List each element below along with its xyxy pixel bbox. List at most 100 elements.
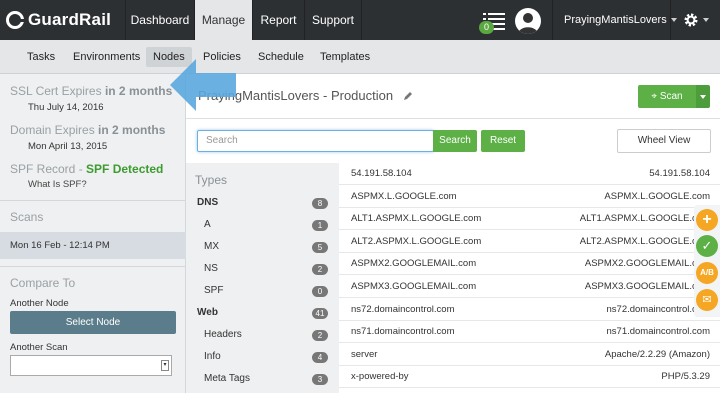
scan-label: Scan: [659, 91, 683, 102]
table-row[interactable]: ALT2.ASPMX.L.GOOGLE.com ALT2.ASPMX.L.GOOG…: [339, 231, 720, 253]
record-key: ns72.domaincontrol.com: [351, 303, 455, 315]
record-key: ALT1.ASPMX.L.GOOGLE.com: [351, 213, 482, 225]
record-value: ASPMX3.GOOGLEMAIL.com: [584, 281, 710, 292]
nav-support[interactable]: Support: [304, 0, 362, 40]
notification-badge: 0: [479, 21, 494, 34]
table-row[interactable]: ASPMX.L.GOOGLE.com ASPMX.L.GOOGLE.com: [339, 186, 720, 208]
record-key: server: [351, 348, 378, 360]
count-badge: 2: [312, 330, 328, 341]
check-icon[interactable]: ✓: [696, 235, 718, 257]
ssl-expiry: SSL Cert Expires in 2 months Thu July 14…: [0, 84, 186, 113]
wheel-view-button[interactable]: Wheel View: [617, 129, 711, 153]
select-node-button[interactable]: Select Node: [10, 311, 176, 334]
divider: [0, 200, 186, 201]
type-item-dns[interactable]: DNS 8: [186, 193, 339, 215]
table-row[interactable]: ASPMX2.GOOGLEMAIL.com ASPMX2.GOOGLEMAIL.c…: [339, 253, 720, 276]
nav-report[interactable]: Report: [252, 0, 304, 40]
type-item-spf[interactable]: SPF 0: [186, 281, 339, 303]
table-row[interactable]: 54.191.58.104 54.191.58.104: [339, 163, 720, 185]
table-row[interactable]: server Apache/2.2.29 (Amazon): [339, 344, 720, 366]
type-label: MX: [204, 241, 219, 252]
type-label: Meta Tags: [204, 373, 250, 384]
type-item-a[interactable]: A1: [186, 215, 339, 237]
scan-dropdown-button[interactable]: [696, 85, 710, 108]
table-row[interactable]: ns72.domaincontrol.com ns72.domaincontrol…: [339, 299, 720, 321]
another-scan-select[interactable]: ▾: [10, 355, 172, 376]
callout-arrow-icon: [170, 59, 236, 111]
type-label: Web: [197, 307, 218, 318]
top-navbar: GuardRail Dashboard Manage Report Suppor…: [0, 0, 720, 40]
edit-pencil-icon[interactable]: [403, 91, 413, 101]
table-row[interactable]: ASPMX3.GOOGLEMAIL.com ASPMX3.GOOGLEMAIL.c…: [339, 276, 720, 298]
scan-button[interactable]: ⌖ Scan: [638, 85, 696, 108]
record-key: ns71.domaincontrol.com: [351, 326, 455, 338]
count-badge: 4: [312, 352, 328, 363]
record-value: ALT2.ASPMX.L.GOOGLE.com: [579, 235, 710, 247]
crosshair-icon: ⌖: [651, 91, 658, 102]
chevron-down-icon: [702, 18, 709, 22]
record-value: ASPMX.L.GOOGLE.com: [604, 190, 710, 202]
ssl-value: in 2 months: [104, 84, 173, 98]
subnav-environments[interactable]: Environments: [66, 47, 147, 67]
divider: [186, 118, 720, 119]
type-item-mx[interactable]: MX 5: [186, 237, 339, 259]
type-label: Info: [204, 351, 221, 362]
scans-header[interactable]: Scans: [10, 210, 43, 224]
user-menu[interactable]: PrayingMantisLovers: [552, 0, 677, 40]
guardrail-logo-icon: [6, 11, 24, 29]
table-row[interactable]: ALT1.ASPMX.L.GOOGLE.com ALT1.ASPMX.L.GOOG…: [339, 208, 720, 231]
floating-actions: + ✓ A/B ✉: [694, 205, 720, 317]
settings-menu[interactable]: [670, 0, 720, 40]
domain-expiry: Domain Expires in 2 months Mon April 13,…: [0, 123, 186, 152]
select-arrow-icon: ▾: [161, 360, 169, 371]
subnav-templates[interactable]: Templates: [313, 47, 377, 67]
count-badge: 2: [312, 264, 328, 275]
domain-value: in 2 months: [98, 123, 166, 137]
mail-icon[interactable]: ✉: [696, 289, 718, 311]
record-key: ASPMX.L.GOOGLE.com: [351, 190, 457, 202]
scan-item-selected[interactable]: Mon 16 Feb - 12:14 PM: [0, 232, 186, 259]
add-icon[interactable]: +: [696, 209, 718, 231]
another-node-label: Another Node: [10, 298, 69, 309]
divider: [0, 266, 186, 267]
count-badge: 3: [312, 374, 328, 385]
type-label: A: [204, 219, 211, 230]
type-label: Headers: [204, 329, 242, 340]
record-value: ALT1.ASPMX.L.GOOGLE.com: [579, 213, 710, 225]
sub-navbar: Tasks Environments Nodes Policies Schedu…: [0, 40, 720, 74]
types-header: Types: [195, 173, 228, 187]
another-scan-label: Another Scan: [10, 342, 68, 353]
logo[interactable]: GuardRail: [0, 0, 125, 40]
subnav-tasks[interactable]: Tasks: [20, 47, 62, 67]
record-value: 54.191.58.104: [649, 168, 710, 179]
record-key: ASPMX2.GOOGLEMAIL.com: [351, 258, 477, 270]
record-key: 54.191.58.104: [351, 168, 412, 179]
table-row[interactable]: x-powered-by PHP/5.3.29: [339, 366, 720, 389]
count-badge: 5: [312, 242, 328, 253]
what-is-spf-link[interactable]: What Is SPF?: [28, 179, 186, 190]
nav-dashboard[interactable]: Dashboard: [125, 0, 194, 40]
compare-header[interactable]: Compare To: [10, 276, 75, 290]
nav-manage[interactable]: Manage: [194, 0, 252, 40]
gear-icon: [684, 13, 697, 27]
type-label: DNS: [197, 197, 219, 208]
subnav-schedule[interactable]: Schedule: [251, 47, 311, 67]
type-item-headers[interactable]: Headers 2: [186, 325, 339, 347]
domain-label: Domain Expires: [10, 123, 95, 137]
type-item-web[interactable]: Web 41: [186, 303, 339, 325]
search-button[interactable]: Search: [433, 130, 477, 152]
avatar[interactable]: [515, 8, 541, 34]
count-badge: 41: [312, 308, 328, 319]
spf-record: SPF Record - SPF Detected What Is SPF?: [0, 162, 186, 190]
reset-button[interactable]: Reset: [481, 130, 525, 152]
search-input[interactable]: Search: [197, 130, 434, 152]
table-row[interactable]: ns71.domaincontrol.com ns71.domaincontrol…: [339, 321, 720, 344]
type-item-meta-tags[interactable]: Meta Tags 3: [186, 369, 339, 391]
type-item-ns[interactable]: NS 2: [186, 259, 339, 281]
spf-status: SPF Detected: [86, 162, 164, 176]
count-badge: 8: [312, 198, 328, 209]
type-item-info[interactable]: Info 4: [186, 347, 339, 369]
record-key: x-powered-by: [351, 371, 409, 383]
ab-test-icon[interactable]: A/B: [696, 262, 718, 284]
record-value: PHP/5.3.29: [661, 371, 710, 383]
